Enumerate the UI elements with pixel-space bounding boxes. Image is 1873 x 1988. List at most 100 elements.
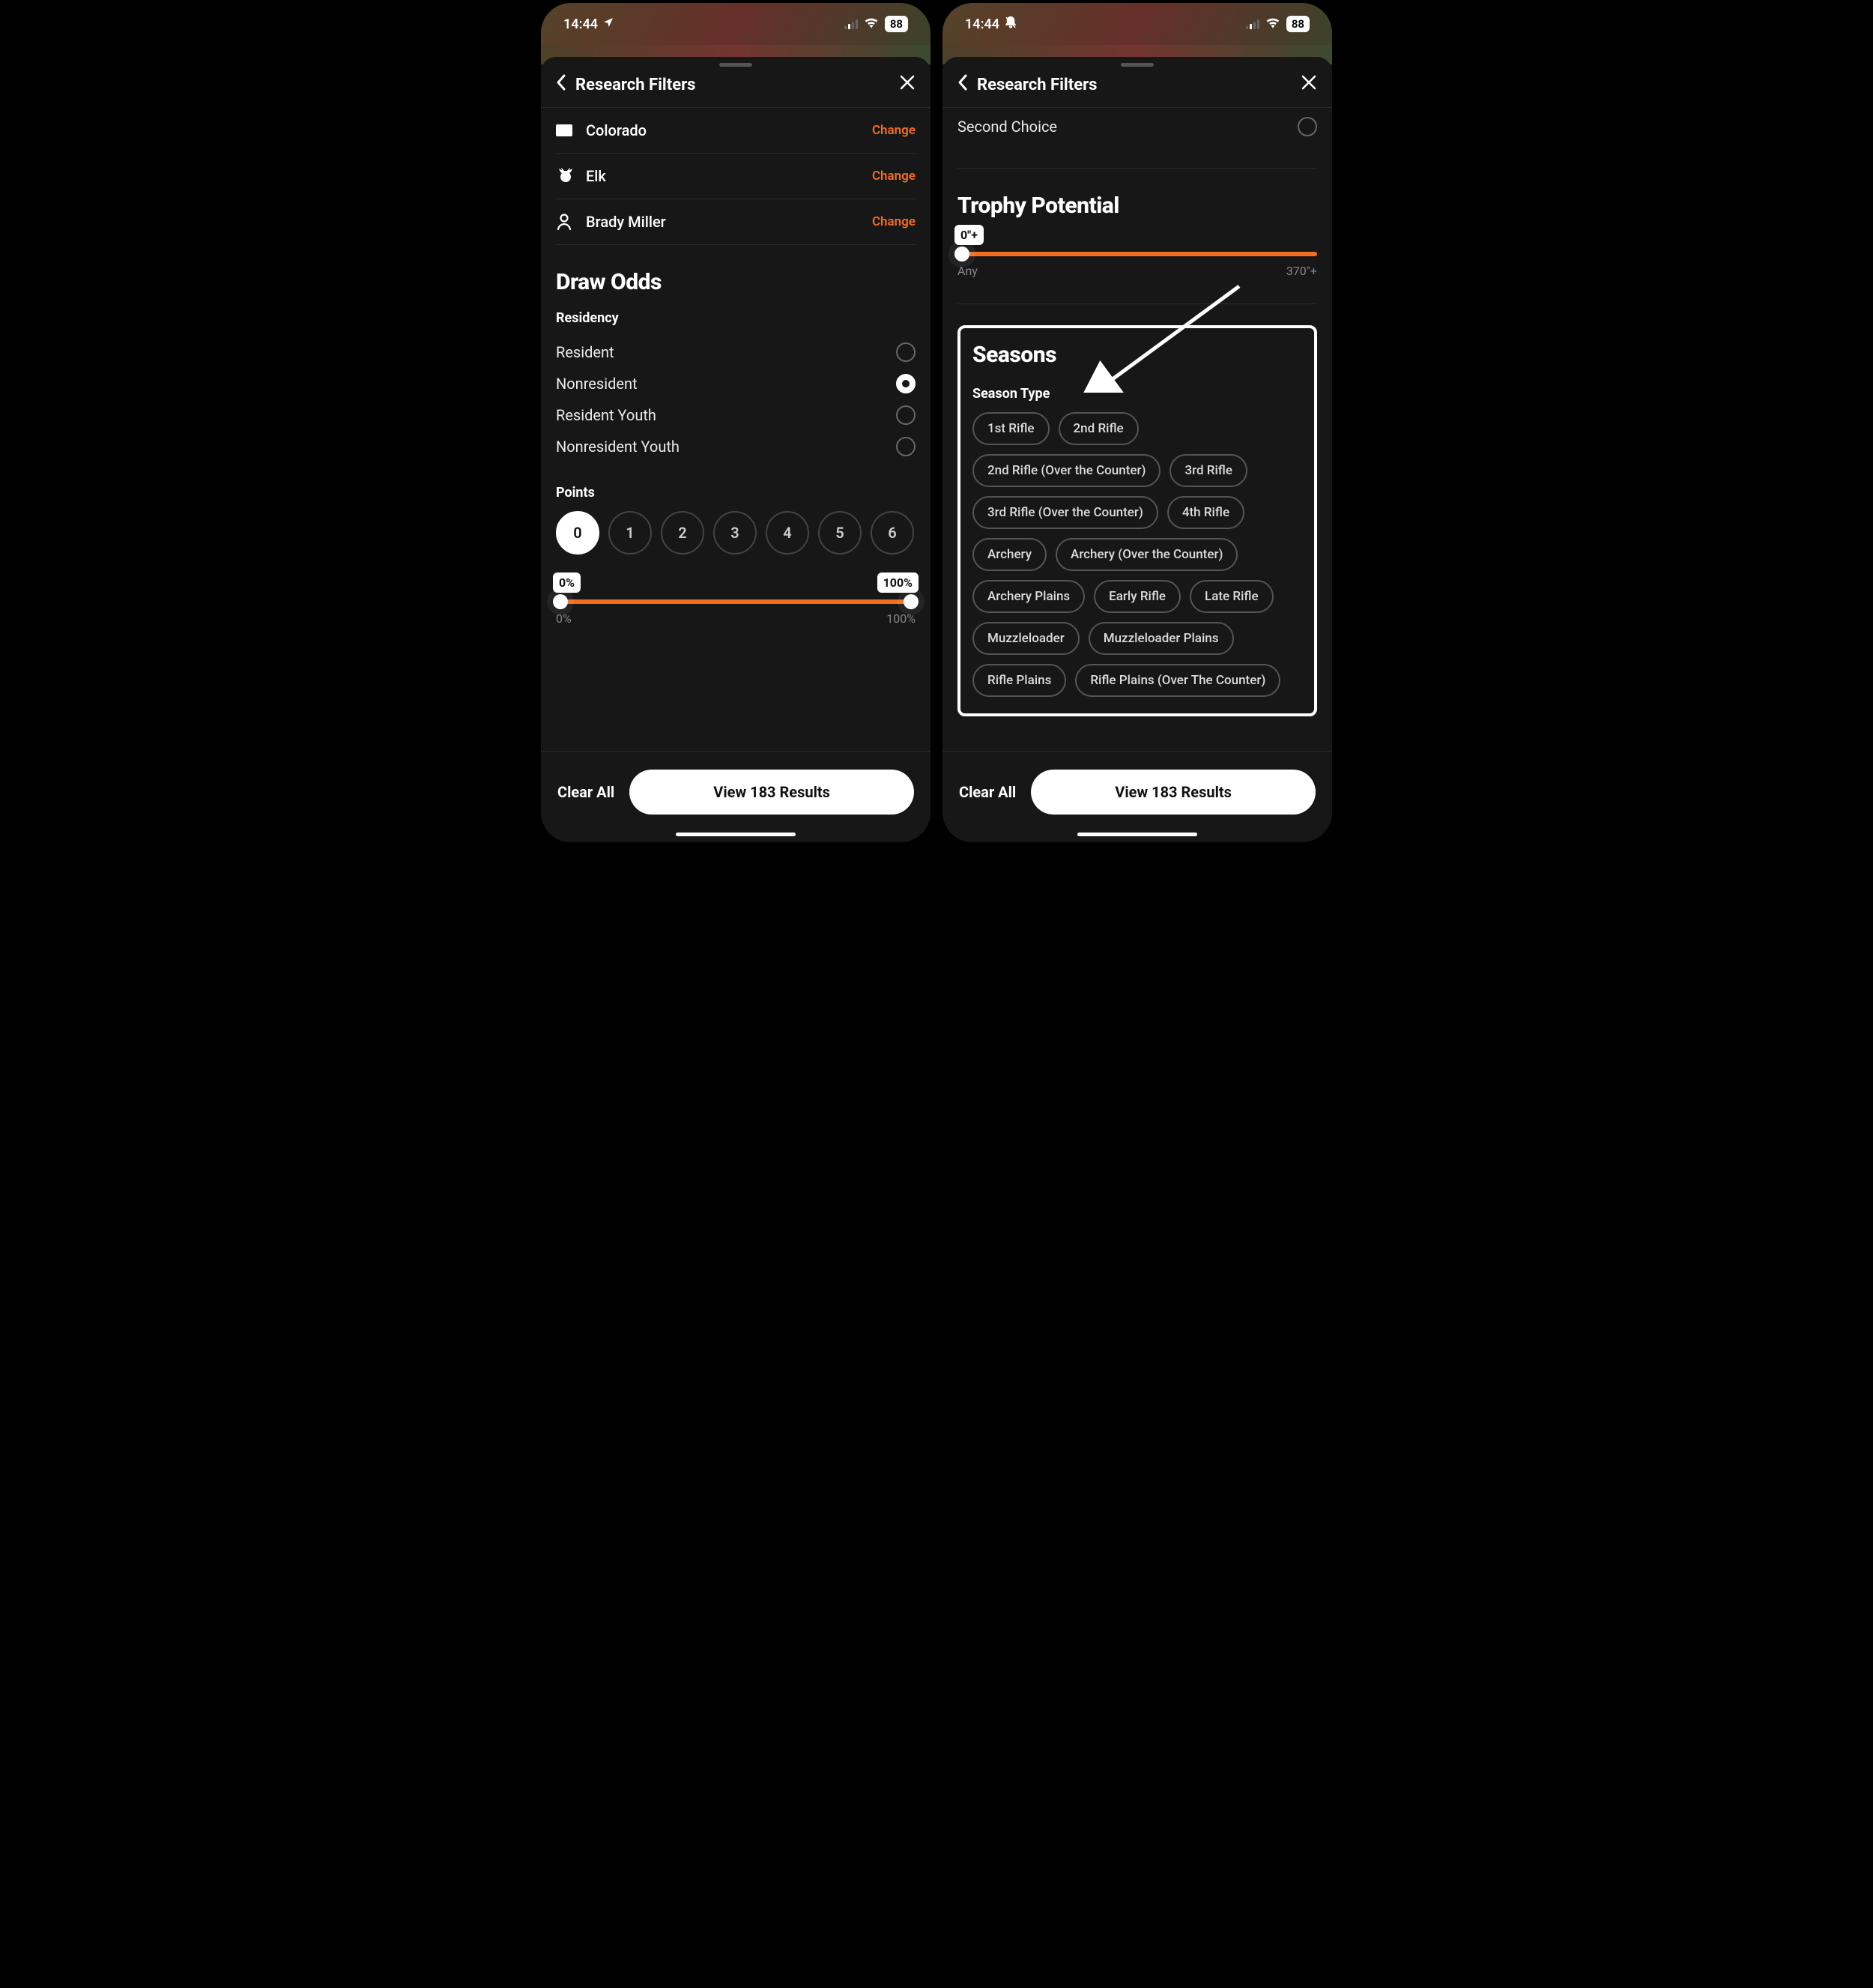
residency-option-label: Nonresident Youth (556, 438, 680, 456)
residency-option-label: Resident Youth (556, 406, 656, 424)
residency-option-label: Resident (556, 343, 614, 361)
points-label: Points (556, 485, 916, 501)
season-type-chip[interactable]: Muzzleloader Plains (1089, 622, 1234, 655)
odds-range-slider[interactable] (556, 599, 916, 604)
home-indicator[interactable] (1077, 833, 1197, 836)
phone-right: 14:44 88 Research Filters (942, 3, 1332, 842)
residency-radio[interactable] (896, 437, 916, 456)
residency-option[interactable]: Nonresident Youth (556, 431, 916, 462)
location-icon (602, 16, 614, 32)
range-max-label: 100% (886, 611, 916, 626)
range-min-badge: 0% (553, 572, 581, 593)
signal-icon (844, 19, 858, 29)
trophy-thumb[interactable] (954, 247, 969, 262)
season-type-chip[interactable]: Late Rifle (1190, 580, 1274, 613)
view-results-button[interactable]: View 183 Results (1031, 770, 1316, 815)
sheet-header: Research Filters (942, 70, 1332, 108)
range-thumb-max[interactable] (904, 594, 919, 609)
phone-left: 14:44 88 Research Filters (541, 3, 931, 842)
seasons-title: Seasons (972, 342, 1302, 368)
arrow-annotation-icon (1082, 280, 1247, 393)
points-chip[interactable]: 0 (556, 511, 599, 555)
species-change-link[interactable]: Change (872, 169, 916, 184)
season-type-chip[interactable]: 3rd Rifle (1170, 454, 1247, 487)
battery-indicator: 88 (885, 16, 908, 32)
footer-bar: Clear All View 183 Results (541, 751, 931, 833)
sheet-title: Research Filters (977, 76, 1301, 94)
close-button[interactable] (1301, 74, 1317, 95)
divider (957, 303, 1317, 304)
person-icon (556, 213, 586, 231)
season-type-chip[interactable]: Rifle Plains (972, 664, 1066, 697)
points-chip[interactable]: 2 (661, 511, 704, 555)
user-label: Brady Miller (586, 213, 872, 231)
elk-icon (556, 167, 586, 185)
residency-option[interactable]: Resident (556, 336, 916, 368)
residency-option-label: Nonresident (556, 375, 638, 393)
points-chip[interactable]: 1 (608, 511, 652, 555)
season-type-chip[interactable]: Rifle Plains (Over The Counter) (1075, 664, 1280, 697)
residency-radio[interactable] (896, 342, 916, 362)
trophy-max-label: 370"+ (1286, 264, 1317, 278)
points-chip[interactable]: 3 (713, 511, 757, 555)
user-filter-row[interactable]: Brady Miller Change (556, 199, 916, 245)
points-chip[interactable]: 4 (766, 511, 809, 555)
back-button[interactable] (957, 74, 968, 95)
clear-all-button[interactable]: Clear All (959, 783, 1016, 801)
second-choice-row[interactable]: Second Choice (957, 108, 1317, 142)
season-type-chip[interactable]: Early Rifle (1094, 580, 1181, 613)
trophy-min-label: Any (957, 264, 978, 278)
range-max-badge: 100% (877, 572, 919, 593)
trophy-slider[interactable] (957, 252, 1317, 256)
species-label: Elk (586, 167, 872, 185)
residency-radio[interactable] (896, 405, 916, 425)
season-type-chip[interactable]: Archery (Over the Counter) (1056, 538, 1238, 571)
close-button[interactable] (899, 74, 916, 95)
residency-option[interactable]: Resident Youth (556, 399, 916, 431)
season-type-chip[interactable]: 2nd Rifle (1059, 412, 1139, 445)
dnd-icon (1004, 16, 1017, 33)
sheet-grabber[interactable] (1121, 63, 1154, 67)
battery-indicator: 88 (1286, 16, 1310, 32)
state-filter-row[interactable]: Colorado Change (556, 108, 916, 154)
wifi-icon (1265, 16, 1280, 31)
season-type-chip[interactable]: Archery (972, 538, 1047, 571)
season-type-chip[interactable]: Muzzleloader (972, 622, 1080, 655)
season-type-chip[interactable]: 3rd Rifle (Over the Counter) (972, 496, 1158, 529)
trophy-badge: 0"+ (954, 225, 984, 245)
season-type-chip[interactable]: Archery Plains (972, 580, 1085, 613)
clear-all-button[interactable]: Clear All (557, 783, 614, 801)
status-bar: 14:44 88 (541, 3, 931, 45)
signal-icon (1246, 19, 1259, 29)
view-results-button[interactable]: View 183 Results (629, 770, 914, 815)
residency-label: Residency (556, 310, 916, 326)
second-choice-radio[interactable] (1298, 117, 1317, 136)
season-type-chip[interactable]: 1st Rifle (972, 412, 1050, 445)
wifi-icon (864, 16, 879, 31)
seasons-highlight-box: Seasons Season Type 1st Rifle 2nd Rifle 2n… (957, 325, 1317, 716)
range-min-label: 0% (556, 611, 572, 626)
back-button[interactable] (556, 74, 566, 95)
range-thumb-min[interactable] (553, 594, 568, 609)
footer-bar: Clear All View 183 Results (942, 751, 1332, 833)
points-chip[interactable]: 6 (871, 511, 914, 555)
state-label: Colorado (586, 121, 872, 139)
status-bar: 14:44 88 (942, 3, 1332, 45)
trophy-potential-title: Trophy Potential (957, 193, 1317, 219)
residency-option[interactable]: Nonresident (556, 368, 916, 399)
draw-odds-title: Draw Odds (556, 269, 916, 295)
state-icon (556, 124, 586, 136)
filter-sheet: Research Filters Colorado Change Elk Cha… (541, 57, 931, 842)
points-chip[interactable]: 5 (818, 511, 862, 555)
sheet-grabber[interactable] (719, 63, 752, 67)
filter-sheet: Research Filters Second Choice Trophy Po… (942, 57, 1332, 842)
season-type-chip[interactable]: 2nd Rifle (Over the Counter) (972, 454, 1161, 487)
divider (957, 168, 1317, 169)
season-type-chip[interactable]: 4th Rifle (1167, 496, 1244, 529)
user-change-link[interactable]: Change (872, 214, 916, 229)
residency-radio[interactable] (896, 374, 916, 393)
state-change-link[interactable]: Change (872, 123, 916, 138)
season-type-label: Season Type (972, 386, 1302, 402)
home-indicator[interactable] (676, 833, 796, 836)
species-filter-row[interactable]: Elk Change (556, 154, 916, 199)
